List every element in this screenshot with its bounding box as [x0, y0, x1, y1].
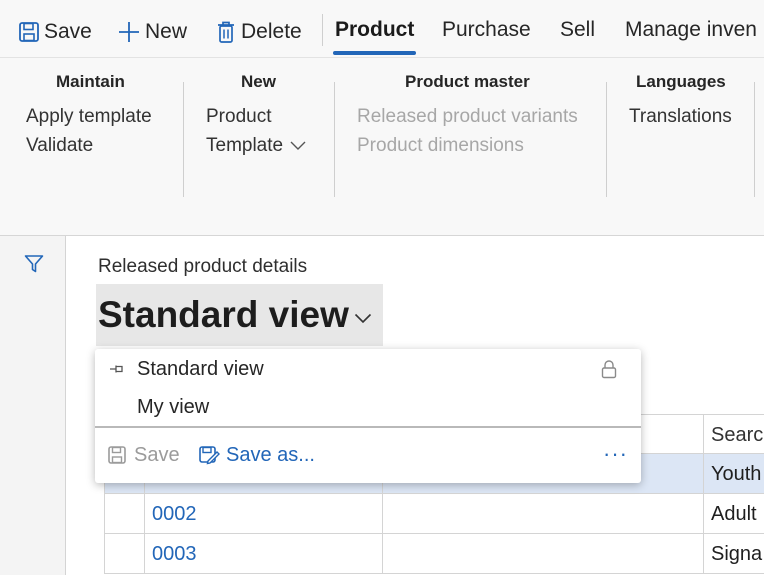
save-view-button[interactable]: Save	[107, 441, 180, 469]
ribbon-separator	[606, 82, 607, 197]
new-label: New	[145, 20, 188, 43]
pin-icon[interactable]	[109, 359, 125, 382]
search-name-cell: Adult	[703, 494, 764, 534]
new-product-button[interactable]: Product	[206, 106, 271, 128]
save-as-icon	[198, 445, 220, 465]
save-as-button[interactable]: Save as...	[198, 441, 315, 469]
view-option-label: My view	[137, 395, 210, 418]
search-name-cell: Youth	[703, 454, 764, 494]
group-title-languages: Languages	[636, 72, 726, 91]
save-label: Save	[44, 20, 92, 43]
filter-icon[interactable]	[24, 254, 44, 279]
save-icon	[107, 445, 127, 465]
template-label: Template	[206, 135, 284, 156]
apply-template-button[interactable]: Apply template	[26, 106, 152, 128]
table-row[interactable]: 0003 Signa	[104, 534, 764, 574]
view-option-my-view[interactable]: My view	[95, 388, 641, 426]
trash-icon	[215, 20, 237, 44]
views-dropdown: Standard view My view Save Save as... ··…	[95, 349, 641, 483]
tab-product[interactable]: Product	[335, 18, 414, 48]
plus-icon	[117, 20, 141, 44]
active-tab-indicator	[333, 51, 416, 55]
table-row[interactable]: 0002 Adult	[104, 494, 764, 534]
delete-label: Delete	[241, 20, 302, 43]
tab-sell[interactable]: Sell	[560, 18, 595, 48]
new-template-button[interactable]: Template	[206, 135, 306, 157]
form-caption: Released product details	[98, 256, 308, 277]
row-selector[interactable]	[104, 494, 144, 534]
row-selector[interactable]	[104, 534, 144, 574]
save-icon	[18, 21, 40, 43]
item-number-cell[interactable]: 0002	[144, 494, 382, 534]
ribbon: Maintain Apply template Validate New Pro…	[0, 58, 764, 236]
ribbon-separator	[334, 82, 335, 197]
group-title-product-master: Product master	[405, 72, 530, 91]
view-selector-button[interactable]: Standard view	[96, 284, 383, 346]
action-pane: Save New Delete Product Purchase Sell Ma…	[0, 0, 764, 58]
tab-manage-inventory[interactable]: Manage inven	[625, 18, 757, 48]
product-name-cell	[382, 494, 703, 534]
command-separator	[322, 14, 323, 46]
ribbon-separator	[183, 82, 184, 197]
search-name-cell: Signa	[703, 534, 764, 574]
new-button[interactable]: New	[117, 18, 187, 46]
divider	[95, 426, 641, 428]
validate-button[interactable]: Validate	[26, 135, 93, 157]
save-button[interactable]: Save	[18, 18, 92, 46]
group-title-new: New	[241, 72, 276, 91]
translations-button[interactable]: Translations	[629, 106, 732, 128]
product-dimensions-button[interactable]: Product dimensions	[357, 135, 524, 157]
group-title-maintain: Maintain	[56, 72, 125, 91]
view-option-standard[interactable]: Standard view	[95, 350, 641, 388]
chevron-down-icon	[290, 141, 306, 151]
view-option-label: Standard view	[137, 357, 264, 380]
delete-button[interactable]: Delete	[215, 18, 302, 46]
tab-purchase[interactable]: Purchase	[442, 18, 531, 48]
released-product-variants-button[interactable]: Released product variants	[357, 106, 578, 128]
grid-header-search[interactable]: Search	[703, 415, 764, 455]
save-as-label: Save as...	[226, 443, 315, 466]
chevron-down-icon	[354, 311, 372, 329]
product-name-cell	[382, 534, 703, 574]
view-title: Standard view	[98, 294, 349, 335]
item-number-cell[interactable]: 0003	[144, 534, 382, 574]
save-view-label: Save	[134, 443, 180, 466]
ribbon-separator	[754, 82, 755, 197]
lock-icon	[600, 359, 618, 385]
filter-rail	[0, 236, 66, 575]
more-options-icon[interactable]: ···	[603, 443, 628, 465]
